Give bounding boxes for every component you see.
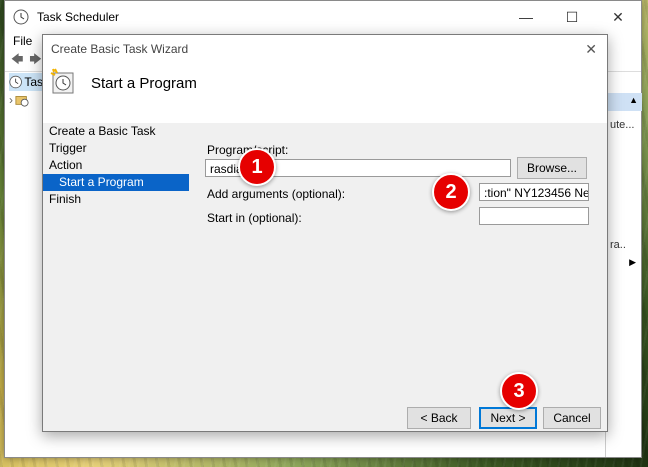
add-arguments-label: Add arguments (optional): xyxy=(207,187,346,201)
task-clock-icon xyxy=(50,68,74,94)
action-item[interactable]: ute... xyxy=(610,119,640,131)
wizard-close-button[interactable]: ✕ xyxy=(585,41,597,58)
window-title: Task Scheduler xyxy=(37,10,120,24)
step-start-a-program[interactable]: Start a Program xyxy=(43,174,189,191)
actions-pane: ▲ ute... ra.. ▶ xyxy=(605,71,642,457)
wizard-header: Start a Program xyxy=(43,63,607,124)
expand-chevron-icon[interactable]: › xyxy=(9,93,13,107)
back-button[interactable]: < Back xyxy=(407,407,471,429)
cancel-button[interactable]: Cancel xyxy=(543,407,601,429)
step-finish[interactable]: Finish xyxy=(43,191,189,208)
action-item[interactable]: ra.. xyxy=(610,239,640,251)
maximize-button[interactable]: ☐ xyxy=(549,1,595,33)
step-create-basic-task[interactable]: Create a Basic Task xyxy=(43,123,189,140)
wizard-steps: Create a Basic Task Trigger Action Start… xyxy=(43,123,189,208)
wizard-title: Create Basic Task Wizard xyxy=(51,42,189,56)
back-arrow-icon[interactable]: 🡄 xyxy=(11,50,23,71)
step-badge-3: 3 xyxy=(500,372,538,410)
start-in-label: Start in (optional): xyxy=(207,211,302,225)
folder-clock-icon[interactable] xyxy=(15,93,29,107)
close-button[interactable]: ✕ xyxy=(595,1,641,33)
add-arguments-input[interactable]: :tion" NY123456 NewYork xyxy=(479,183,589,201)
step-badge-2: 2 xyxy=(432,173,470,211)
clock-icon xyxy=(9,75,22,89)
browse-button[interactable]: Browse... xyxy=(517,157,587,179)
minimize-button[interactable]: — xyxy=(503,1,549,33)
forward-arrow-icon[interactable]: 🡆 xyxy=(29,50,41,71)
actions-pane-header[interactable]: ▲ xyxy=(606,93,642,111)
wizard-heading: Start a Program xyxy=(91,75,197,92)
step-trigger[interactable]: Trigger xyxy=(43,140,189,157)
step-badge-1: 1 xyxy=(238,148,276,186)
expand-triangle-icon[interactable]: ▶ xyxy=(629,257,636,268)
clock-icon xyxy=(13,9,29,25)
step-action[interactable]: Action xyxy=(43,157,189,174)
collapse-triangle-icon[interactable]: ▲ xyxy=(629,95,638,105)
menu-file[interactable]: File xyxy=(13,34,32,48)
start-in-input[interactable] xyxy=(479,207,589,225)
next-button[interactable]: Next > xyxy=(479,407,537,429)
